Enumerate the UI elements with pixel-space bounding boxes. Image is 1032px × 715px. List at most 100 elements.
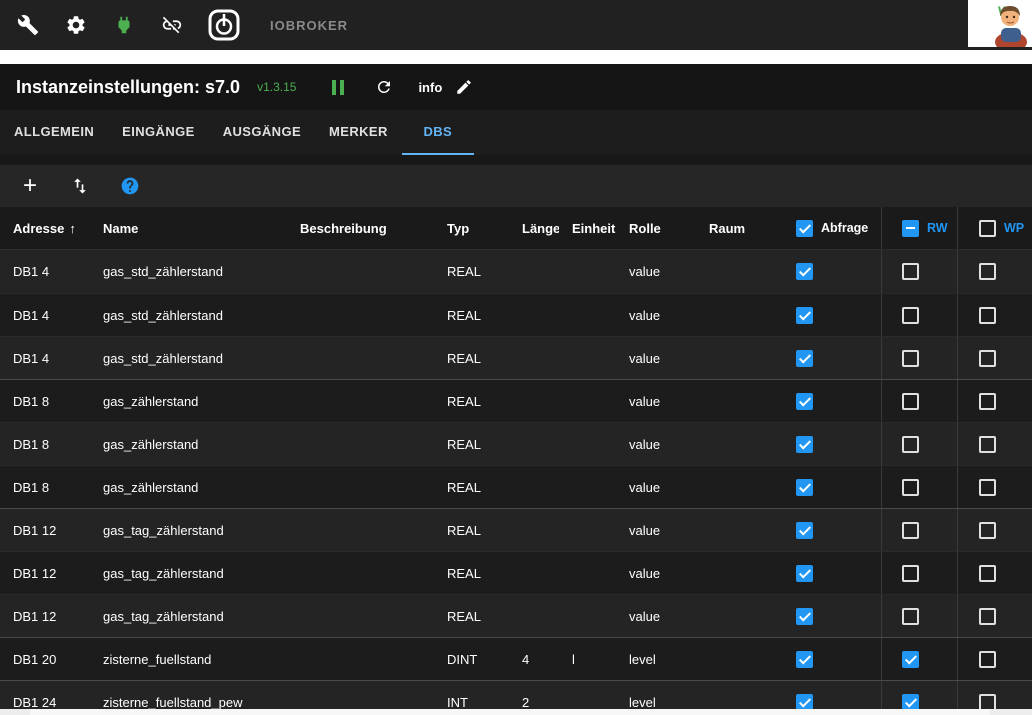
cell-abfrage	[783, 337, 881, 379]
table-row[interactable]: DB1 4 gas_std_zählerstand REAL value	[0, 293, 1032, 336]
header-wp-checkbox[interactable]	[979, 219, 996, 237]
header-adresse[interactable]: Adresse ↑	[0, 207, 90, 249]
header-wp-label: WP	[1004, 221, 1025, 235]
tab-dbs[interactable]: DBS	[401, 110, 474, 155]
link-off-icon[interactable]	[160, 13, 184, 37]
import-export-icon[interactable]	[68, 174, 92, 198]
tab-eingaenge[interactable]: EINGÄNGE	[108, 110, 209, 155]
abfrage-checkbox[interactable]	[796, 349, 813, 367]
rw-checkbox[interactable]	[902, 521, 919, 539]
cell-rw	[881, 294, 957, 336]
pause-icon[interactable]	[326, 75, 350, 99]
cell-typ: DINT	[447, 651, 478, 667]
wp-checkbox[interactable]	[979, 564, 996, 582]
cell-wp	[957, 552, 1032, 594]
cell-einheit	[559, 595, 616, 637]
cell-rolle: value	[629, 264, 661, 279]
cell-typ: REAL	[447, 436, 481, 452]
rw-checkbox[interactable]	[902, 392, 919, 410]
cell-adresse: DB1 12	[13, 522, 57, 538]
cell-laenge	[509, 294, 559, 336]
cell-typ: REAL	[447, 479, 481, 495]
wp-checkbox[interactable]	[979, 693, 996, 711]
scrollbar-thumb[interactable]	[30, 709, 990, 715]
instance-settings-dialog: Instanzeinstellungen: s7.0 v1.3.15 info …	[0, 64, 1032, 715]
cell-abfrage	[783, 423, 881, 465]
horizontal-scrollbar[interactable]	[0, 709, 1032, 715]
table-row[interactable]: DB1 12 gas_tag_zählerstand REAL value	[0, 508, 1032, 551]
rw-checkbox[interactable]	[902, 693, 919, 711]
cell-rw	[881, 337, 957, 379]
table-row[interactable]: DB1 20 zisterne_fuellstand DINT 4 l leve…	[0, 637, 1032, 680]
table-row[interactable]: DB1 4 gas_std_zählerstand REAL value	[0, 250, 1032, 293]
abfrage-checkbox[interactable]	[796, 650, 813, 668]
tab-merker[interactable]: MERKER	[315, 110, 402, 155]
table-row[interactable]: DB1 12 gas_tag_zählerstand REAL value	[0, 594, 1032, 637]
table-row[interactable]: DB1 4 gas_std_zählerstand REAL value	[0, 336, 1032, 379]
rw-checkbox[interactable]	[902, 564, 919, 582]
cell-abfrage	[783, 294, 881, 336]
rw-checkbox[interactable]	[902, 306, 919, 324]
help-icon[interactable]	[118, 174, 142, 198]
table-row[interactable]: DB1 8 gas_zählerstand REAL value	[0, 422, 1032, 465]
cell-name: gas_std_zählerstand	[103, 350, 223, 366]
edit-pencil-icon[interactable]	[452, 75, 476, 99]
table-body: DB1 4 gas_std_zählerstand REAL value DB1…	[0, 250, 1032, 715]
table-header-row: Adresse ↑ Name Beschreibung Typ Länge Ei…	[0, 207, 1032, 250]
rw-checkbox[interactable]	[902, 607, 919, 625]
cell-laenge	[509, 509, 559, 551]
rw-checkbox[interactable]	[902, 650, 919, 668]
tab-ausgaenge[interactable]: AUSGÄNGE	[209, 110, 315, 155]
wp-checkbox[interactable]	[979, 349, 996, 367]
abfrage-checkbox[interactable]	[796, 435, 813, 453]
wp-checkbox[interactable]	[979, 306, 996, 324]
abfrage-checkbox[interactable]	[796, 392, 813, 410]
cell-rw	[881, 595, 957, 637]
wp-checkbox[interactable]	[979, 392, 996, 410]
cell-einheit	[559, 466, 616, 508]
cell-beschreibung	[287, 380, 434, 422]
refresh-icon[interactable]	[372, 75, 396, 99]
wp-checkbox[interactable]	[979, 435, 996, 453]
abfrage-checkbox[interactable]	[796, 263, 813, 280]
tab-allgemein[interactable]: ALLGEMEIN	[0, 110, 108, 155]
header-rw-checkbox[interactable]	[902, 219, 919, 237]
rw-checkbox[interactable]	[902, 349, 919, 367]
cell-adresse: DB1 4	[13, 307, 50, 323]
header-einheit: Einheit	[572, 220, 616, 236]
rw-checkbox[interactable]	[902, 263, 919, 280]
wp-checkbox[interactable]	[979, 607, 996, 625]
cell-typ: REAL	[447, 522, 481, 538]
cell-einheit	[559, 380, 616, 422]
table-row[interactable]: DB1 12 gas_tag_zählerstand REAL value	[0, 551, 1032, 594]
wp-checkbox[interactable]	[979, 478, 996, 496]
rw-checkbox[interactable]	[902, 478, 919, 496]
header-abfrage-checkbox[interactable]	[796, 219, 813, 237]
abfrage-checkbox[interactable]	[796, 564, 813, 582]
connected-plug-icon[interactable]	[112, 13, 136, 37]
add-row-icon[interactable]: +	[18, 174, 42, 198]
cell-beschreibung	[287, 337, 434, 379]
cell-name: gas_std_zählerstand	[103, 307, 223, 323]
abfrage-checkbox[interactable]	[796, 478, 813, 496]
cell-wp	[957, 250, 1032, 293]
cell-wp	[957, 466, 1032, 508]
cell-adresse: DB1 12	[13, 565, 57, 581]
abfrage-checkbox[interactable]	[796, 693, 813, 711]
user-avatar[interactable]: W	[968, 0, 1032, 47]
wrench-icon[interactable]	[16, 13, 40, 37]
table-row[interactable]: DB1 8 gas_zählerstand REAL value	[0, 379, 1032, 422]
wp-checkbox[interactable]	[979, 521, 996, 539]
cell-rw	[881, 466, 957, 508]
abfrage-checkbox[interactable]	[796, 607, 813, 625]
rw-checkbox[interactable]	[902, 435, 919, 453]
wp-checkbox[interactable]	[979, 263, 996, 280]
gear-icon[interactable]	[64, 13, 88, 37]
cell-name: gas_zählerstand	[103, 479, 199, 495]
cell-beschreibung	[287, 638, 434, 680]
page-gap	[0, 50, 1032, 64]
wp-checkbox[interactable]	[979, 650, 996, 668]
abfrage-checkbox[interactable]	[796, 521, 813, 539]
abfrage-checkbox[interactable]	[796, 306, 813, 324]
table-row[interactable]: DB1 8 gas_zählerstand REAL value	[0, 465, 1032, 508]
